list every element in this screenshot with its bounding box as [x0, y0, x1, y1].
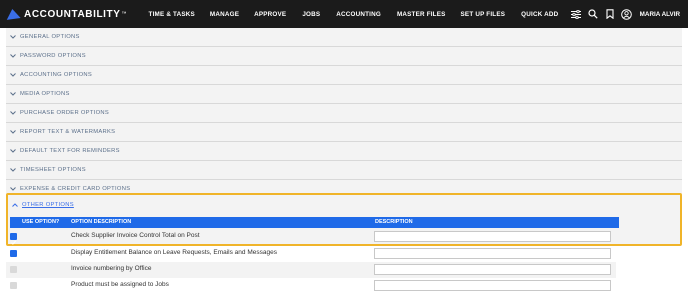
option-description: Check Supplier Invoice Control Total on …: [71, 232, 200, 239]
section-label: PASSWORD OPTIONS: [20, 53, 86, 59]
option-row: Invoice numbering by Office: [6, 262, 616, 278]
column-option-description: OPTION DESCRIPTION: [71, 219, 132, 225]
section-label: GENERAL OPTIONS: [20, 34, 80, 40]
chevron-down-icon: [6, 54, 20, 58]
section-label: ACCOUNTING OPTIONS: [20, 72, 93, 78]
nav-manage[interactable]: MANAGE: [210, 11, 239, 18]
search-icon[interactable]: [587, 8, 599, 20]
use-option-checkbox[interactable]: [10, 250, 17, 262]
section-label: MEDIA OPTIONS: [20, 91, 70, 97]
option-description: Display Entitlement Balance on Leave Req…: [71, 249, 277, 256]
description-input[interactable]: [374, 264, 611, 275]
section-label: DEFAULT TEXT FOR REMINDERS: [20, 148, 120, 154]
nav-set-up-files[interactable]: SET UP FILES: [461, 11, 506, 18]
chevron-down-icon: [6, 187, 20, 191]
bookmark-icon[interactable]: [604, 8, 616, 20]
option-row: Display Entitlement Balance on Leave Req…: [6, 246, 616, 262]
brand-name: ACCOUNTABILITY: [24, 8, 121, 20]
sliders-icon[interactable]: [570, 8, 582, 20]
chevron-down-icon: [6, 168, 20, 172]
nav-jobs[interactable]: JOBS: [302, 11, 320, 18]
option-description: Product must be assigned to Jobs: [71, 281, 169, 288]
section-purchase-order-options[interactable]: PURCHASE ORDER OPTIONS: [6, 104, 682, 123]
use-option-checkbox[interactable]: [10, 282, 17, 289]
section-label: PURCHASE ORDER OPTIONS: [20, 110, 110, 116]
option-row: Check Supplier Invoice Control Total on …: [6, 229, 616, 245]
nav-approve[interactable]: APPROVE: [254, 11, 286, 18]
chevron-down-icon: [6, 149, 20, 153]
user-name[interactable]: MARIA ALVIR: [640, 11, 680, 18]
section-media-options[interactable]: MEDIA OPTIONS: [6, 85, 682, 104]
main-nav: TIME & TASKS MANAGE APPROVE JOBS ACCOUNT…: [137, 11, 559, 18]
other-options-header[interactable]: OTHER OPTIONS: [8, 195, 680, 214]
options-sections: GENERAL OPTIONS PASSWORD OPTIONS ACCOUNT…: [6, 28, 682, 199]
section-password-options[interactable]: PASSWORD OPTIONS: [6, 47, 682, 66]
section-report-text-watermarks[interactable]: REPORT TEXT & WATERMARKS: [6, 123, 682, 142]
nav-time-tasks[interactable]: TIME & TASKS: [149, 11, 195, 18]
chevron-down-icon: [6, 73, 20, 77]
description-input[interactable]: [374, 231, 611, 242]
option-row: Product must be assigned to Jobs: [6, 278, 616, 294]
section-label: REPORT TEXT & WATERMARKS: [20, 129, 116, 135]
column-use-option: USE OPTION?: [22, 219, 60, 225]
section-general-options[interactable]: GENERAL OPTIONS: [6, 28, 682, 47]
section-default-text-reminders[interactable]: DEFAULT TEXT FOR REMINDERS: [6, 142, 682, 161]
section-timesheet-options[interactable]: TIMESHEET OPTIONS: [6, 161, 682, 180]
chevron-up-icon: [8, 202, 22, 207]
nav-quick-add[interactable]: QUICK ADD: [521, 11, 558, 18]
section-accounting-options[interactable]: ACCOUNTING OPTIONS: [6, 66, 682, 85]
chevron-down-icon: [6, 111, 20, 115]
chevron-down-icon: [6, 130, 20, 134]
logo-mark-icon: [5, 8, 21, 20]
use-option-checkbox[interactable]: [10, 266, 17, 273]
use-option-checkbox[interactable]: [10, 233, 17, 245]
chevron-down-icon: [6, 92, 20, 96]
options-table-header: USE OPTION? OPTION DESCRIPTION DESCRIPTI…: [10, 217, 619, 228]
section-label: EXPENSE & CREDIT CARD OPTIONS: [20, 186, 131, 192]
option-description: Invoice numbering by Office: [71, 265, 152, 272]
other-options-label[interactable]: OTHER OPTIONS: [22, 202, 74, 208]
description-input[interactable]: [374, 280, 611, 291]
chevron-down-icon: [6, 35, 20, 39]
brand-tm: ™: [121, 11, 127, 17]
column-description: DESCRIPTION: [375, 219, 413, 225]
top-icons: MARIA ALVIR: [570, 0, 688, 28]
brand-logo[interactable]: ACCOUNTABILITY ™: [5, 8, 127, 20]
nav-master-files[interactable]: MASTER FILES: [397, 11, 446, 18]
description-input[interactable]: [374, 248, 611, 259]
user-circle-icon[interactable]: [621, 8, 633, 20]
nav-accounting[interactable]: ACCOUNTING: [336, 11, 381, 18]
top-nav-bar: ACCOUNTABILITY ™ TIME & TASKS MANAGE APP…: [0, 0, 688, 28]
section-label: TIMESHEET OPTIONS: [20, 167, 86, 173]
